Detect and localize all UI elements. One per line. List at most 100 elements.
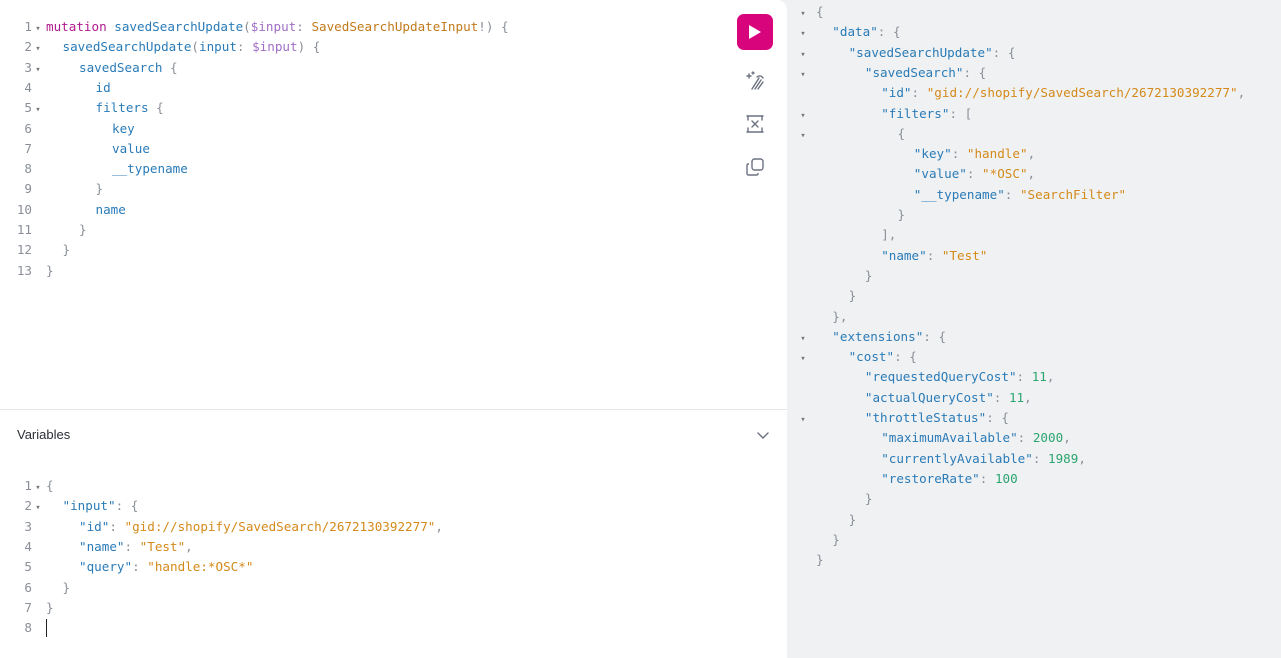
code-line: 3 ▾ savedSearch { [0, 58, 177, 80]
code-token: "filters" [881, 105, 950, 121]
code-token: } [848, 288, 857, 304]
code-token: "handle:*OSC*" [147, 559, 254, 575]
code-line: 7} [0, 598, 53, 618]
merge-fragments-button[interactable] [744, 113, 766, 135]
line-number: 7 [24, 599, 32, 615]
line-number: 3 [24, 59, 32, 75]
code-token: , [1046, 369, 1055, 385]
code-token: , [1024, 389, 1032, 405]
code-token: : [1004, 186, 1020, 202]
code-token: ) { [297, 39, 321, 55]
code-token: 11 [1031, 369, 1047, 385]
copy-button[interactable] [744, 156, 766, 178]
code-line: 8 __typename [0, 159, 187, 179]
fold-toggle-icon[interactable]: ▾ [32, 100, 44, 120]
result-line: ▾ "extensions": { [787, 327, 946, 347]
fold-toggle-icon[interactable]: ▾ [797, 24, 809, 44]
code-token: } [62, 579, 71, 595]
code-token: : { [963, 64, 987, 80]
code-line: 10 name [0, 200, 126, 220]
code-token: : { [986, 410, 1009, 425]
code-token: } [864, 267, 873, 283]
code-token: { [46, 478, 54, 493]
code-line: 11} [0, 220, 87, 240]
code-line: 3 "id": "gid://shopify/SavedSearch/267213… [0, 517, 443, 537]
fold-toggle-icon[interactable]: ▾ [797, 4, 809, 24]
code-token: : [951, 146, 967, 162]
result-line: "actualQueryCost": 11, [787, 388, 1032, 408]
result-line: ▾ "throttleStatus": { [787, 408, 1009, 428]
code-token: key [112, 120, 135, 136]
result-line: } [787, 510, 857, 530]
line-number: 12 [16, 242, 32, 258]
run-button[interactable] [737, 14, 773, 50]
fold-toggle-icon[interactable]: ▾ [32, 478, 44, 498]
result-line: "name": "Test" [787, 246, 987, 266]
code-token: "key" [913, 146, 952, 162]
query-editor[interactable]: 1 ▾ mutation savedSearchUpdate($input: Sav… [0, 17, 720, 297]
fold-toggle-icon[interactable]: ▾ [32, 60, 44, 80]
code-token: savedSearchUpdate [62, 39, 192, 55]
code-line: 8 [0, 618, 46, 638]
code-line: 12} [0, 240, 70, 260]
code-line: 1 ▾{ [0, 476, 54, 498]
result-line: "id": "gid://shopify/SavedSearch/2672130… [787, 83, 1245, 103]
code-token: } [832, 531, 840, 547]
play-icon [749, 25, 761, 39]
code-token: 2000 [1032, 430, 1064, 446]
fold-toggle-icon[interactable]: ▾ [32, 498, 44, 518]
pane-divider [0, 409, 787, 410]
result-line: "maximumAvailable": 2000, [787, 428, 1071, 448]
copy-icon [746, 158, 764, 176]
fold-toggle-icon[interactable]: ▾ [797, 349, 809, 369]
code-token: : [236, 39, 253, 55]
code-token: name [95, 201, 126, 217]
fold-toggle-icon[interactable]: ▾ [797, 65, 809, 85]
result-line: ▾ "savedSearchUpdate": { [787, 43, 1015, 63]
result-line: ▾{ [787, 2, 823, 24]
code-token: "query" [79, 559, 133, 575]
code-token: $input [250, 19, 297, 34]
line-number: 9 [24, 181, 32, 197]
merge-fragments-icon [746, 115, 764, 133]
code-token: } [95, 181, 104, 197]
chevron-down-icon[interactable] [755, 428, 771, 442]
fold-toggle-icon[interactable]: ▾ [797, 329, 809, 349]
fold-toggle-icon[interactable]: ▾ [32, 39, 44, 59]
code-line: 6} [0, 578, 70, 598]
result-line: } [787, 205, 906, 225]
line-number: 10 [16, 201, 32, 217]
fold-toggle-icon[interactable]: ▾ [797, 410, 809, 430]
code-token: "name" [881, 247, 927, 263]
code-token: } [62, 242, 71, 258]
code-token: { [897, 125, 906, 141]
code-token: savedSearchUpdate [114, 19, 244, 34]
line-number: 3 [24, 518, 32, 534]
prettify-button[interactable] [744, 70, 766, 92]
result-line: "currentlyAvailable": 1989, [787, 449, 1086, 469]
variables-editor[interactable]: 1 ▾{2 ▾ "input": {3 "id": "gid://shopify/Sav… [0, 476, 720, 646]
code-token: ], [881, 227, 897, 243]
code-token: : [911, 85, 927, 101]
code-token: "__typename" [913, 186, 1005, 202]
fold-toggle-icon[interactable]: ▾ [797, 45, 809, 65]
result-line: ▾ "filters": [ [787, 104, 972, 124]
line-number: 5 [24, 559, 32, 575]
fold-toggle-icon[interactable]: ▾ [797, 106, 809, 126]
code-token: "data" [832, 24, 878, 40]
code-token: , [1063, 430, 1071, 446]
code-token: "id" [881, 85, 912, 101]
code-token: : [1016, 369, 1032, 385]
code-line: 2 ▾ savedSearchUpdate(input: $input) { [0, 37, 320, 57]
fold-toggle-icon[interactable]: ▾ [32, 19, 44, 39]
code-line: 13} [0, 261, 54, 281]
code-token: "requestedQueryCost" [864, 369, 1017, 385]
code-token: "currentlyAvailable" [881, 450, 1033, 466]
fold-toggle-icon[interactable]: ▾ [797, 126, 809, 146]
variables-tab[interactable]: Variables [17, 427, 70, 442]
code-token: : { [923, 328, 947, 344]
result-line: } [787, 266, 873, 286]
code-line: 6 key [0, 119, 135, 139]
line-number: 2 [24, 498, 32, 514]
code-token: id [95, 79, 111, 95]
